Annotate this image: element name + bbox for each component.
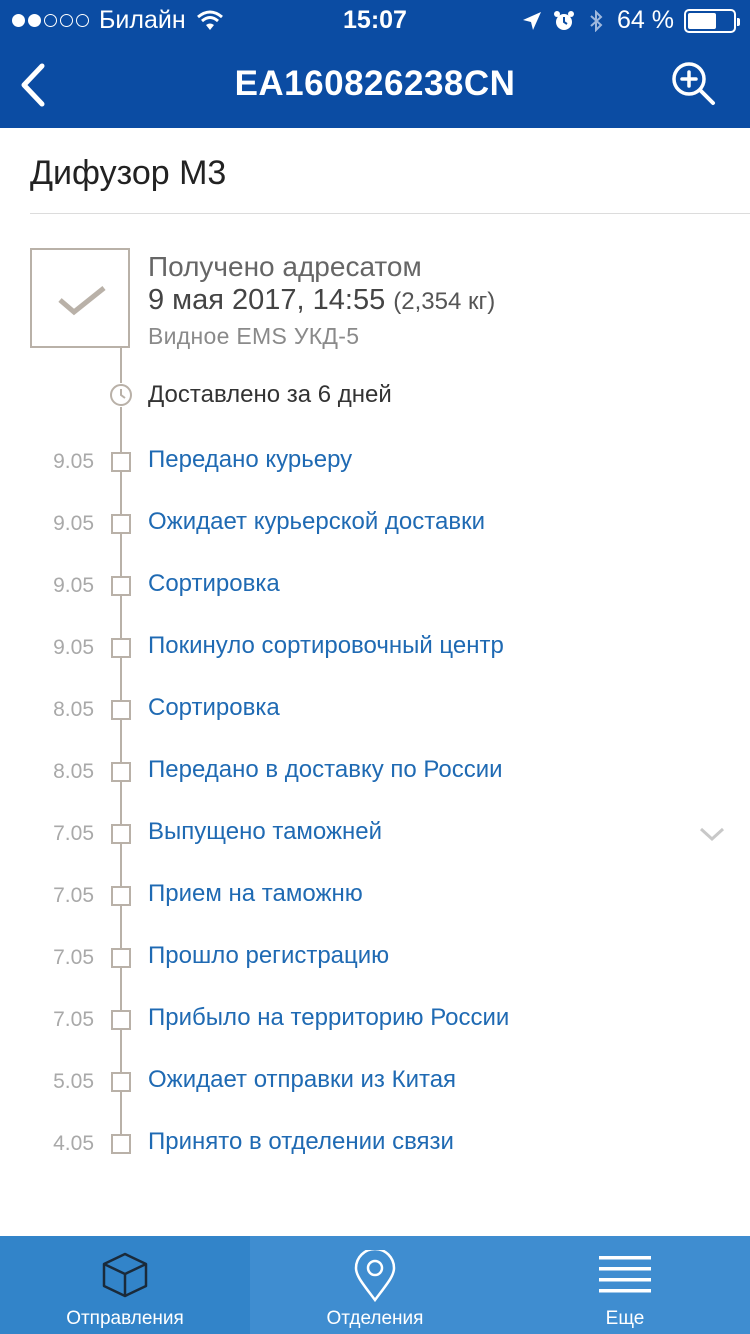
event-label[interactable]: Прием на таможню: [148, 880, 363, 908]
tab-label: Отделения: [326, 1308, 424, 1329]
timeline-marker: [111, 1072, 131, 1092]
tracking-event-row[interactable]: 5.05 Ожидает отправки из Китая: [0, 1063, 750, 1103]
timeline-marker: [111, 700, 131, 720]
parcel-weight: (2,354 кг): [393, 288, 496, 315]
checkmark-icon: [58, 286, 106, 316]
delivered-status-box: [30, 248, 130, 348]
event-date: 9.05: [53, 574, 94, 597]
current-status-title: Получено адресатом: [148, 251, 422, 282]
bluetooth-icon: [590, 9, 603, 32]
current-status-date: 9 мая 2017, 14:55 (2,354 кг): [148, 284, 495, 317]
event-date: 8.05: [53, 698, 94, 721]
tab-label: Еще: [605, 1308, 645, 1329]
delivery-duration: Доставлено за 6 дней: [148, 381, 392, 408]
timeline-marker: [111, 576, 131, 596]
event-date: 7.05: [53, 946, 94, 969]
chevron-down-icon[interactable]: [698, 825, 726, 843]
zoom-in-icon[interactable]: [670, 60, 716, 106]
event-date: 9.05: [53, 636, 94, 659]
timeline-marker: [111, 1010, 131, 1030]
tab-offices[interactable]: Отделения: [250, 1236, 500, 1334]
tracking-number-title: EA160826238CN: [234, 64, 516, 103]
event-date: 7.05: [53, 1008, 94, 1031]
menu-icon: [599, 1256, 651, 1293]
tracking-event-row[interactable]: 8.05 Сортировка: [0, 691, 750, 731]
event-label[interactable]: Прошло регистрацию: [148, 942, 389, 970]
timeline-marker: [111, 514, 131, 534]
alarm-clock-icon: [554, 10, 575, 30]
battery-icon: [684, 8, 740, 33]
tracking-event-row[interactable]: 9.05 Сортировка: [0, 567, 750, 607]
box-icon: [102, 1252, 148, 1298]
navigation-bar: EA160826238CN: [0, 40, 750, 128]
location-arrow-icon: [523, 11, 542, 30]
event-label[interactable]: Ожидает отправки из Китая: [148, 1066, 456, 1094]
event-label[interactable]: Передано в доставку по России: [148, 756, 503, 784]
tracking-event-row[interactable]: 4.05 Принято в отделении связи: [0, 1125, 750, 1165]
tab-more[interactable]: Еще: [500, 1236, 750, 1334]
tab-bar: Отправления Отделения Еще: [0, 1236, 750, 1334]
event-date: 9.05: [53, 450, 94, 473]
event-label[interactable]: Ожидает курьерской доставки: [148, 508, 485, 536]
event-label[interactable]: Прибыло на территорию России: [148, 1004, 509, 1032]
timeline-marker: [111, 762, 131, 782]
tracking-event-row[interactable]: 7.05 Прием на таможню: [0, 877, 750, 917]
tracking-event-row[interactable]: 9.05 Ожидает курьерской доставки: [0, 505, 750, 545]
tracking-event-row[interactable]: 7.05 Прошло регистрацию: [0, 939, 750, 979]
event-date: 4.05: [53, 1132, 94, 1155]
map-pin-icon: [354, 1250, 396, 1302]
timeline-marker: [111, 948, 131, 968]
tracking-event-row[interactable]: 9.05 Покинуло сортировочный центр: [0, 629, 750, 669]
status-bar: Билайн 15:07 64 %: [0, 0, 750, 40]
timeline-marker: [111, 886, 131, 906]
event-date: 8.05: [53, 760, 94, 783]
event-date: 7.05: [53, 884, 94, 907]
tracking-event-row[interactable]: 8.05 Передано в доставку по России: [0, 753, 750, 793]
timeline-marker: [111, 452, 131, 472]
event-label[interactable]: Передано курьеру: [148, 446, 352, 474]
tracking-event-row[interactable]: 9.05 Передано курьеру: [0, 443, 750, 483]
parcel-name[interactable]: Дифузор М3: [30, 154, 226, 193]
timeline-marker: [111, 638, 131, 658]
divider: [30, 213, 750, 214]
event-date: 9.05: [53, 512, 94, 535]
event-date: 7.05: [53, 822, 94, 845]
timeline-marker: [111, 1134, 131, 1154]
event-label[interactable]: Сортировка: [148, 694, 280, 722]
tracking-event-row[interactable]: 7.05 Выпущено таможней: [0, 815, 750, 855]
event-label[interactable]: Сортировка: [148, 570, 280, 598]
clock-icon: [109, 383, 133, 407]
timeline-marker: [111, 824, 131, 844]
current-status-place: Видное EMS УКД-5: [148, 323, 360, 349]
header: Билайн 15:07 64 % EA160826238CN: [0, 0, 750, 128]
tracking-event-row[interactable]: 7.05 Прибыло на территорию России: [0, 1001, 750, 1041]
battery-percent: 64 %: [617, 6, 674, 34]
tab-shipments[interactable]: Отправления: [0, 1236, 250, 1334]
event-date: 5.05: [53, 1070, 94, 1093]
event-label[interactable]: Принято в отделении связи: [148, 1128, 454, 1156]
event-label[interactable]: Покинуло сортировочный центр: [148, 632, 504, 660]
tab-label: Отправления: [66, 1308, 184, 1329]
event-label[interactable]: Выпущено таможней: [148, 818, 382, 846]
status-date-text: 9 мая 2017, 14:55: [148, 284, 386, 316]
